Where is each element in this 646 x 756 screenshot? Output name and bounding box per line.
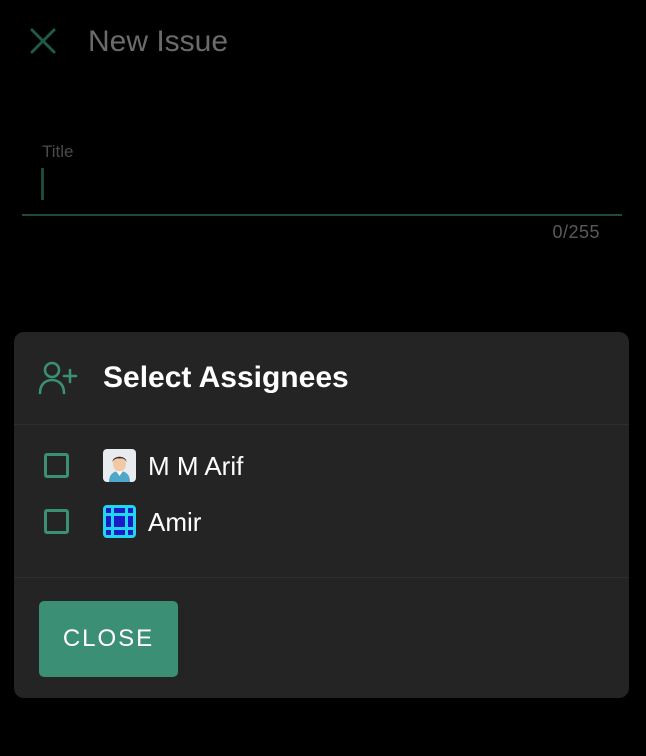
- assignee-checkbox[interactable]: [44, 509, 69, 534]
- add-person-icon: [38, 361, 78, 395]
- dialog-title: Select Assignees: [103, 361, 349, 394]
- assignee-name: M M Arif: [148, 451, 244, 481]
- select-assignees-dialog: Select Assignees M M Arif Amir CLOSE: [14, 332, 629, 698]
- dialog-header: Select Assignees: [14, 332, 629, 425]
- assignee-name: Amir: [148, 507, 202, 537]
- title-field: Title 0/255: [22, 138, 622, 248]
- assignee-list: M M Arif Amir: [14, 425, 629, 578]
- assignee-checkbox[interactable]: [44, 453, 69, 478]
- title-input[interactable]: [22, 166, 622, 216]
- screen: New Issue Title 0/255 Select Assignees M…: [0, 0, 646, 756]
- page-title: New Issue: [88, 25, 229, 58]
- assignee-row-m-m-arif[interactable]: M M Arif: [14, 441, 629, 493]
- app-bar: New Issue: [0, 0, 646, 84]
- assignee-row-amir[interactable]: Amir: [14, 497, 629, 549]
- title-label: Title: [42, 142, 74, 161]
- person-avatar: [103, 449, 136, 482]
- pattern-avatar: [103, 505, 136, 538]
- text-cursor: [41, 168, 44, 200]
- close-icon[interactable]: [28, 26, 58, 56]
- close-button[interactable]: CLOSE: [39, 601, 178, 677]
- char-counter: 0/255: [552, 222, 600, 242]
